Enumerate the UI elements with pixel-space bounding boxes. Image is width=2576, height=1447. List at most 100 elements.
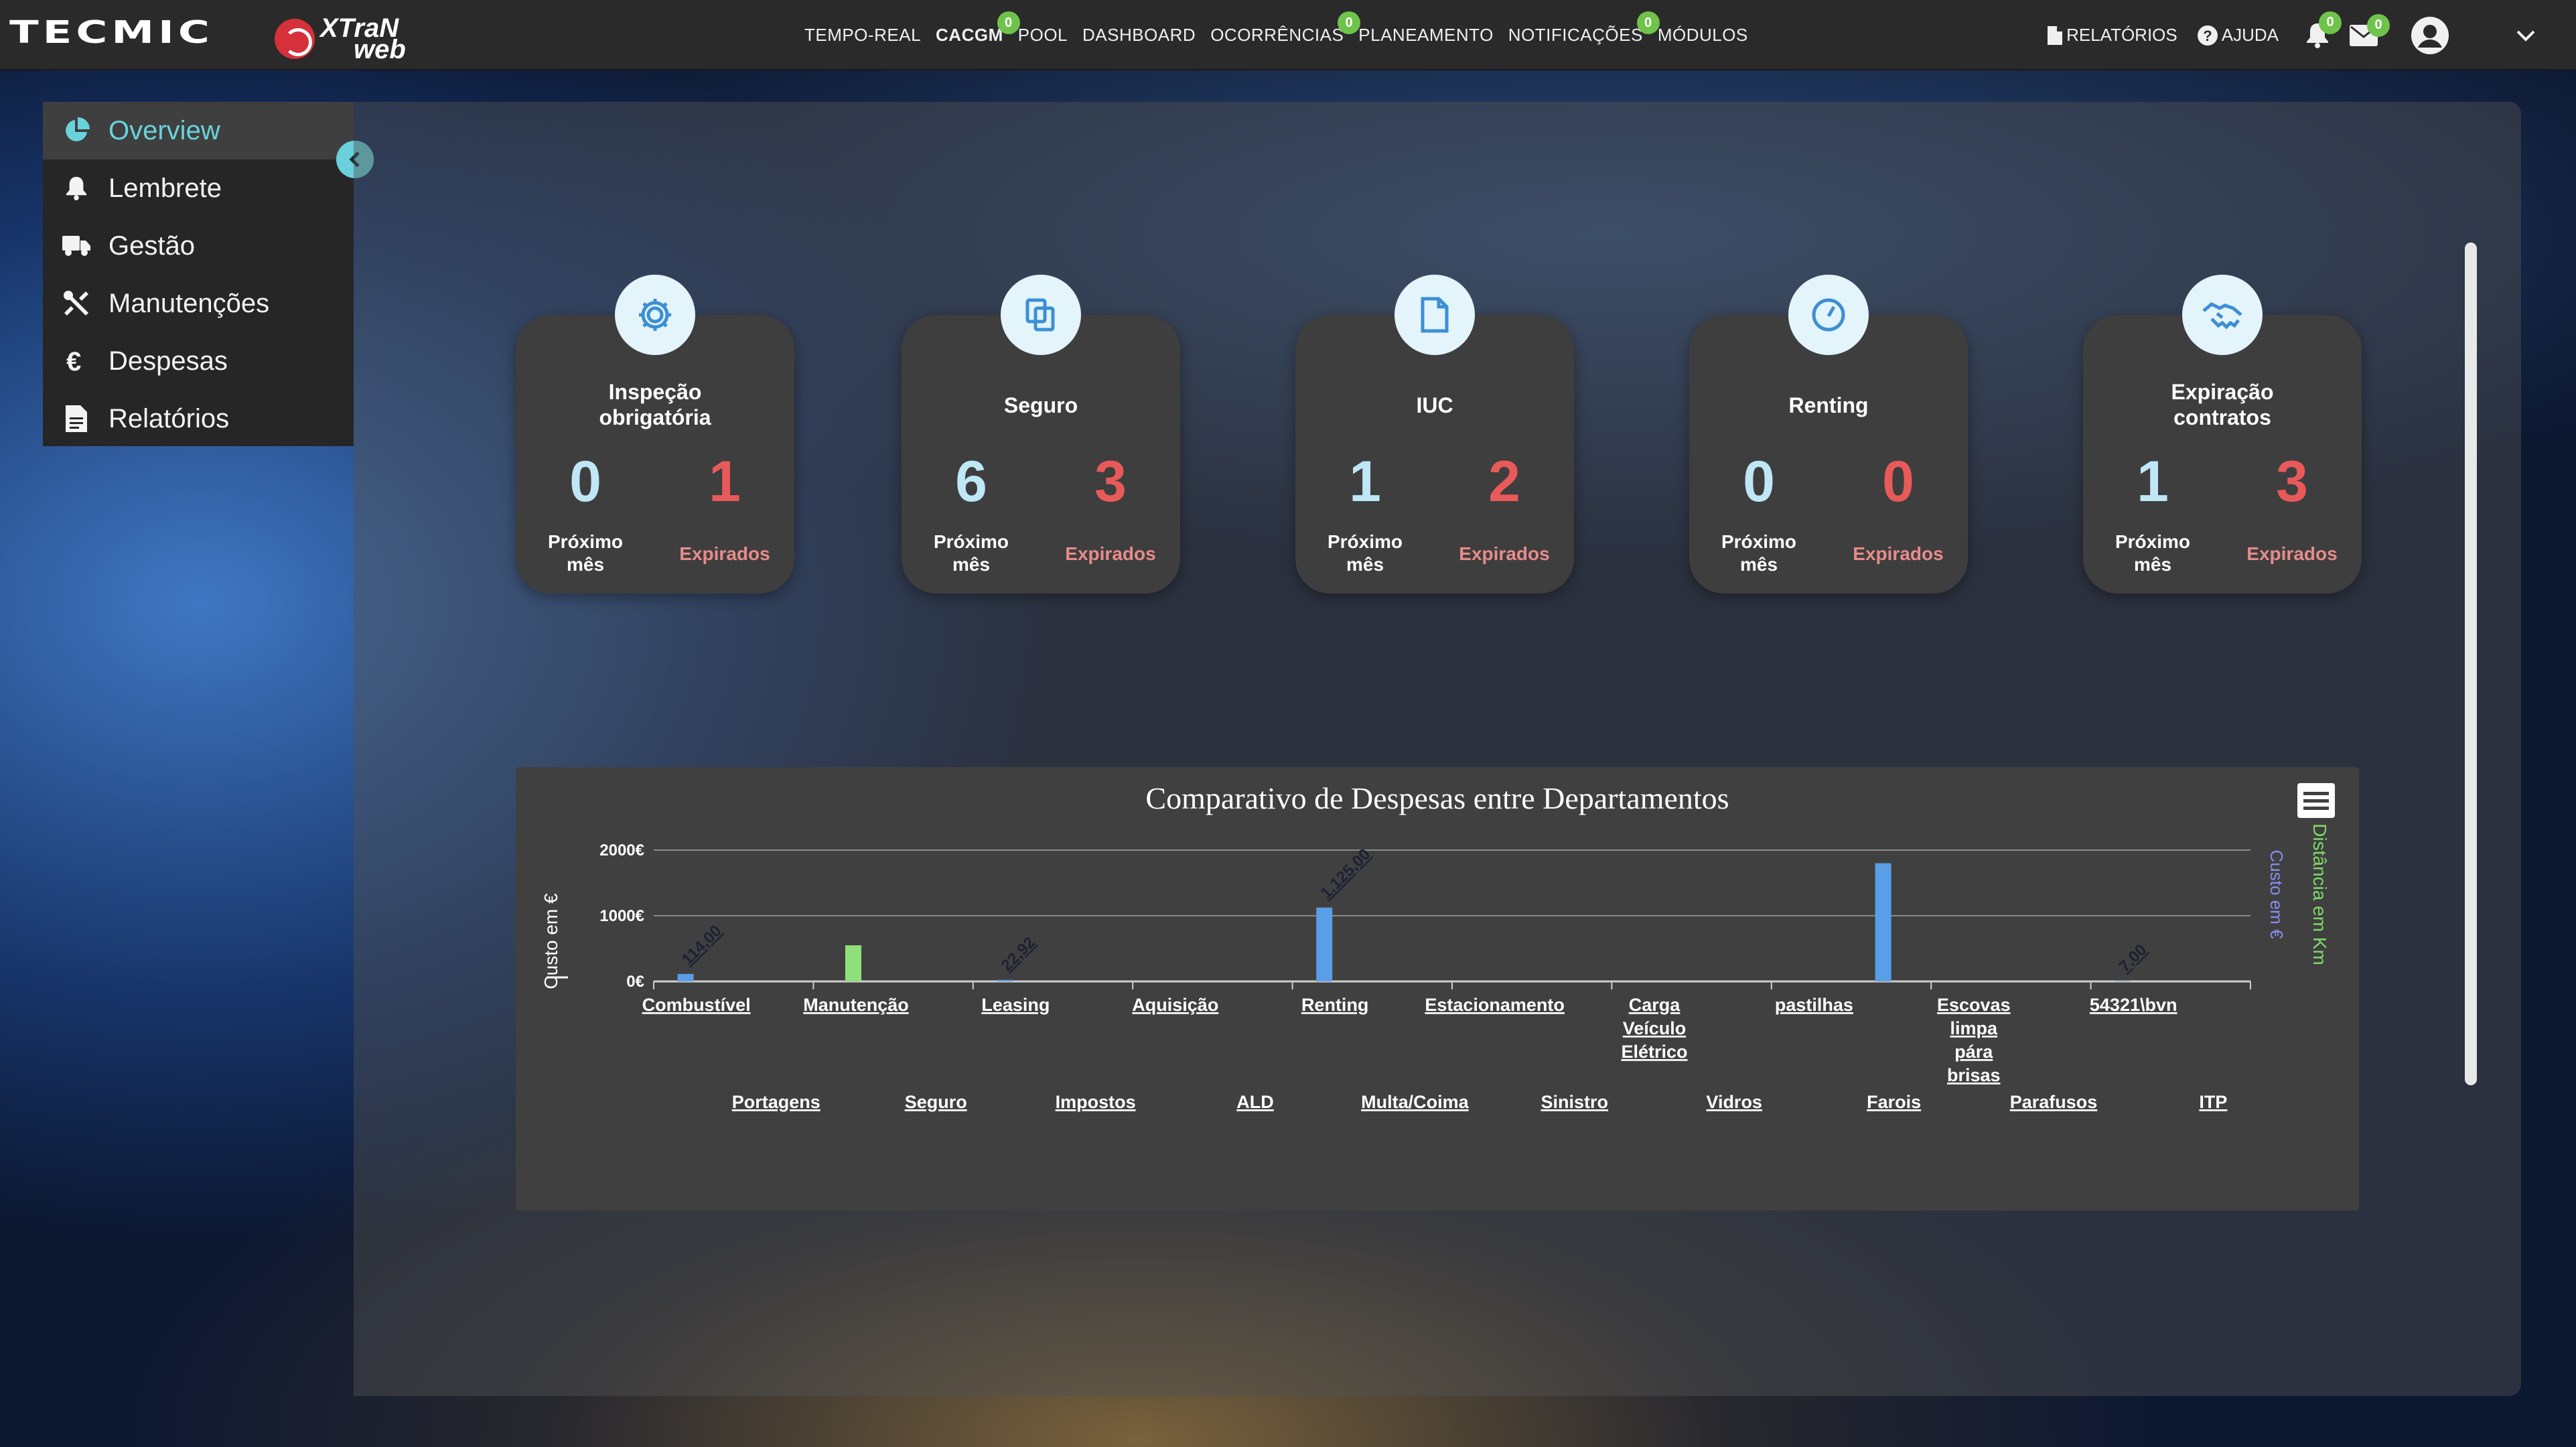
sidebar-item-label: Lembrete [109,173,222,203]
x-category-label: Estacionamento [1425,995,1565,1015]
gauge-icon [1788,275,1869,355]
sidebar-item-label: Manutenções [109,288,270,318]
data-label: 22,92 [998,933,1040,975]
x-category-label: Sinistro [1541,1092,1609,1112]
profile-button[interactable] [2411,16,2449,54]
x-category-label: Combustível [642,995,751,1015]
nav-label: NOTIFICAÇÕES [1508,25,1643,45]
card-handshake[interactable]: Expiração contratos 1 3 Próximo mês Expirados [2083,275,2362,594]
x-category-label: Farois [1867,1092,1921,1112]
tecmic-logo[interactable]: TECMIC [9,17,214,48]
bar-farois [1875,863,1891,981]
x-category-label: Veículo [1623,1018,1687,1038]
next-month-count[interactable]: 6 [902,449,1041,515]
pie-chart-icon [62,116,91,145]
next-month-count[interactable]: 1 [2083,449,2222,515]
expired-count[interactable]: 3 [1041,449,1180,515]
next-month-label: Próximo mês [933,531,1009,575]
card-copy[interactable]: Seguro 6 3 Próximo mês Expirados [902,275,1180,594]
main-menu: TEMPO-REAL CACGM 0 POOL DASHBOARD OCORRÊNCIAS… [797,0,1756,70]
card-gear[interactable]: Inspeção obrigatória 0 1 Próximo mês Expirados [516,275,794,594]
nav-ocorr-ncias[interactable]: OCORRÊNCIAS 0 [1203,11,1361,46]
x-category-label: Elétrico [1621,1042,1687,1062]
x-category-label: Impostos [1056,1092,1136,1112]
nav-notifica-es[interactable]: NOTIFICAÇÕES 0 [1501,11,1660,46]
user-menu: RELATÓRIOS ? AJUDA 0 0 [2048,0,2536,70]
nav-label: MÓDULOS [1657,25,1748,45]
xtranweb-logo[interactable]: XTraN web [275,15,406,63]
nav-planeamento[interactable]: PLANEAMENTO [1351,25,1501,46]
bell-icon [62,174,91,203]
reports-label: RELATÓRIOS [2066,25,2177,45]
chart-title: Comparativo de Despesas entre Departamen… [1145,781,1729,815]
help-link[interactable]: ? AJUDA [2197,25,2279,46]
card-title: IUC [1416,393,1453,417]
x-category-label: Leasing [981,995,1050,1015]
profile-dropdown[interactable] [2516,29,2536,42]
copy-icon [1001,275,1081,355]
expired-label: Expirados [2246,543,2338,564]
x-category-label: ALD [1236,1092,1274,1112]
sidebar-item-overview[interactable]: Overview [43,102,354,159]
x-category-label: pastilhas [1775,995,1853,1015]
expired-count[interactable]: 3 [2222,449,2362,515]
data-label: 1.125,00 [1317,845,1374,902]
card-document[interactable]: IUC 1 2 Próximo mês Expirados [1295,275,1574,594]
expired-count[interactable]: 1 [655,449,794,515]
euro-icon: € [62,346,91,376]
sidebar-item-manutencoes[interactable]: Manutenções [43,275,354,332]
expired-label: Expirados [679,543,770,564]
x-category-label: Escovas [1937,995,2011,1015]
y-tick-label: 1000€ [599,907,644,925]
card-title: Seguro [1003,393,1078,417]
reports-link[interactable]: RELATÓRIOS [2048,25,2177,46]
handshake-icon [2182,275,2263,355]
bar-manuten-o [845,945,861,981]
truck-icon [62,231,91,261]
vertical-scrollbar[interactable] [2465,243,2477,1085]
x-category-label: Portagens [732,1092,820,1112]
gear-icon [615,275,695,355]
nav-label: DASHBOARD [1082,25,1196,45]
nav-pool[interactable]: POOL [1011,25,1075,46]
x-category-label: pára [1954,1042,1993,1062]
card-gauge[interactable]: Renting 0 0 Próximo mês Expirados [1689,275,1968,594]
next-month-label: Próximo mês [2115,531,2191,575]
data-label: 7,00 [2115,941,2150,975]
x-category-label: Renting [1301,995,1369,1015]
sidebar-item-label: Relatórios [109,403,230,433]
expired-count[interactable]: 0 [1829,449,1968,515]
nav-tempo-real[interactable]: TEMPO-REAL [797,25,928,46]
card-title: Renting [1788,393,1869,417]
x-category-label: ITP [2199,1092,2227,1112]
notifications-button[interactable]: 0 [2305,11,2342,49]
nav-cacgm[interactable]: CACGM 0 [928,11,1020,46]
next-month-count[interactable]: 0 [1689,449,1829,515]
bar-leasing [997,979,1013,981]
nav-m-dulos[interactable]: MÓDULOS [1650,25,1756,46]
chart-plot: 0€ 1000€ 2000€ Custo em € Custo em € Distânci… [541,823,2330,1112]
nav-label: PLANEAMENTO [1358,25,1494,45]
x-category-label: Parafusos [2010,1092,2098,1112]
card-title: Expiração contratos [2171,380,2274,429]
next-month-count[interactable]: 0 [516,449,655,515]
expired-count[interactable]: 2 [1435,449,1574,515]
sidebar-item-label: Despesas [109,346,228,376]
chart-menu-button[interactable] [2297,783,2335,818]
card-title: Inspeção obrigatória [599,380,711,429]
sidebar-item-despesas[interactable]: € Despesas [43,332,354,390]
xtranweb-logo-icon [275,19,315,59]
y-axis-label: Custo em € [541,893,561,989]
next-month-count[interactable]: 1 [1295,449,1435,515]
sidebar-item-relatorios[interactable]: Relatórios [43,390,354,447]
x-category-label: Vidros [1706,1092,1762,1112]
messages-button[interactable]: 0 [2350,13,2390,46]
sidebar-item-gestao[interactable]: Gestão [43,217,354,275]
x-category-label: Seguro [905,1092,967,1112]
nav-label: POOL [1017,25,1068,45]
nav-dashboard[interactable]: DASHBOARD [1075,25,1203,46]
nav-label: OCORRÊNCIAS [1210,25,1344,45]
y3-axis-label: Distância em Km [2309,823,2330,965]
sidebar-item-lembrete[interactable]: Lembrete [43,159,354,217]
mail-badge: 0 [2367,13,2390,37]
